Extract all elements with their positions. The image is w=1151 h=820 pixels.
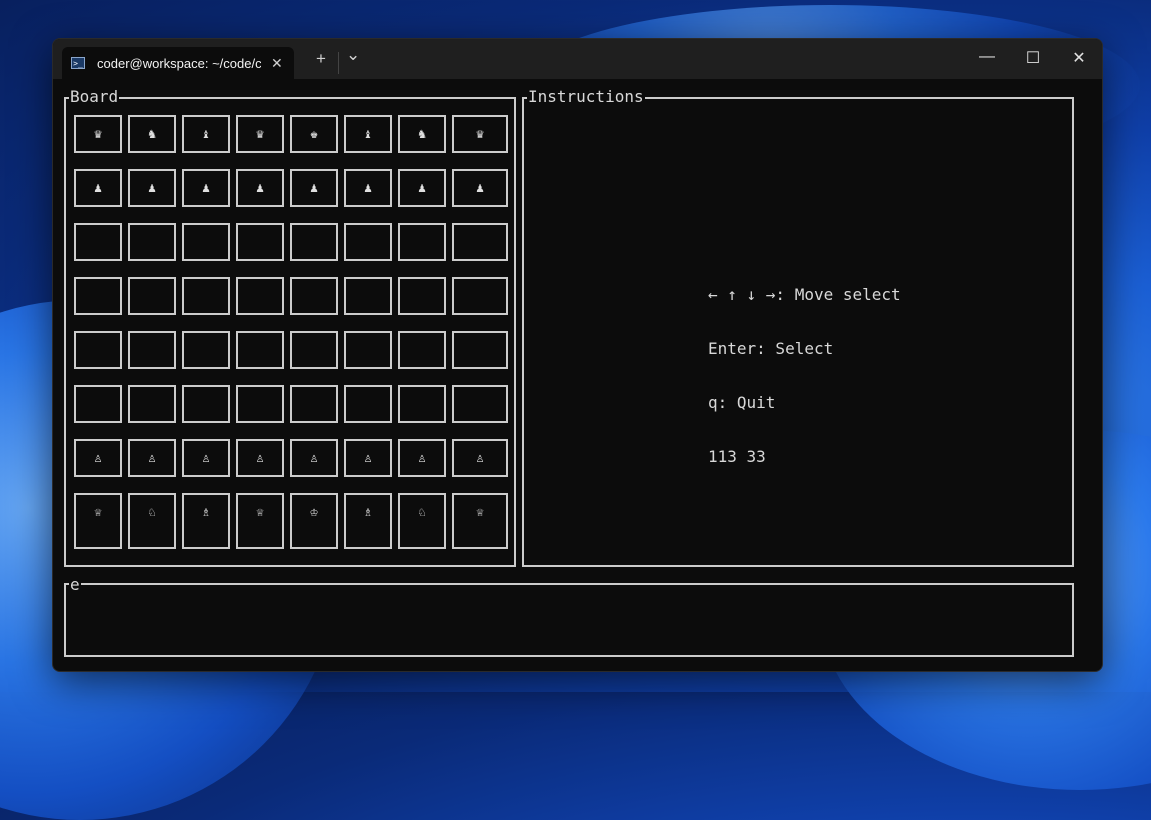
board-square[interactable]: ♙: [290, 439, 338, 477]
board-square[interactable]: [128, 331, 176, 369]
maximize-button[interactable]: ☐: [1018, 48, 1048, 68]
board-square[interactable]: ♔: [290, 493, 338, 549]
board-square[interactable]: [452, 223, 508, 261]
board-square[interactable]: [344, 277, 392, 315]
board-square[interactable]: ♝: [182, 115, 230, 153]
board-square[interactable]: ♙: [182, 439, 230, 477]
instructions-title: Instructions: [527, 87, 645, 106]
board-square[interactable]: [236, 223, 284, 261]
board-square[interactable]: [344, 331, 392, 369]
board-square[interactable]: ♗: [182, 493, 230, 549]
instruction-line-move: ← ↑ ↓ →: Move select: [708, 285, 901, 304]
board-square[interactable]: [74, 277, 122, 315]
board-square[interactable]: [290, 331, 338, 369]
board-square[interactable]: ♞: [128, 115, 176, 153]
board-square[interactable]: [182, 331, 230, 369]
board-square[interactable]: [128, 223, 176, 261]
board-square[interactable]: ♟: [236, 169, 284, 207]
board-square[interactable]: [344, 385, 392, 423]
board-square[interactable]: ♟: [344, 169, 392, 207]
board-square[interactable]: [290, 277, 338, 315]
log-title: e: [69, 575, 81, 594]
terminal-window: >_ coder@workspace: ~/code/ch ✕ + ⌄ — ☐ …: [52, 38, 1103, 672]
board-square[interactable]: ♟: [398, 169, 446, 207]
board-square[interactable]: [398, 385, 446, 423]
close-window-button[interactable]: ✕: [1064, 48, 1094, 68]
board-square[interactable]: [128, 277, 176, 315]
board-square[interactable]: ♟: [452, 169, 508, 207]
board-square[interactable]: ♕: [74, 493, 122, 549]
dropdown-chevron-icon[interactable]: ⌄: [346, 45, 360, 65]
board-square[interactable]: ♙: [74, 439, 122, 477]
board-square[interactable]: [290, 223, 338, 261]
terminal-icon: >_: [71, 57, 85, 69]
terminal-tab[interactable]: >_ coder@workspace: ~/code/ch ✕: [62, 47, 294, 79]
board-square[interactable]: [182, 223, 230, 261]
board-square[interactable]: ♚: [290, 115, 338, 153]
board-square[interactable]: ♙: [452, 439, 508, 477]
board-square[interactable]: [236, 331, 284, 369]
board-square[interactable]: ♘: [128, 493, 176, 549]
board-square[interactable]: ♛: [74, 115, 122, 153]
board-square[interactable]: ♗: [344, 493, 392, 549]
board-square[interactable]: [452, 331, 508, 369]
terminal-size-readout: 113 33: [708, 447, 766, 466]
board-square[interactable]: [290, 385, 338, 423]
board-square[interactable]: ♘: [398, 493, 446, 549]
board-square[interactable]: [74, 223, 122, 261]
board-square[interactable]: ♟: [182, 169, 230, 207]
new-tab-button[interactable]: +: [316, 49, 326, 69]
instruction-line-select: Enter: Select: [708, 339, 834, 358]
instruction-line-quit: q: Quit: [708, 393, 776, 412]
board-square[interactable]: ♟: [290, 169, 338, 207]
board-square[interactable]: ♛: [452, 115, 508, 153]
board-square[interactable]: ♟: [128, 169, 176, 207]
board-square[interactable]: ♙: [344, 439, 392, 477]
close-tab-icon[interactable]: ✕: [271, 55, 283, 72]
board-square[interactable]: ♕: [452, 493, 508, 549]
board-square[interactable]: ♙: [236, 439, 284, 477]
board-square[interactable]: ♕: [236, 493, 284, 549]
board-square[interactable]: ♝: [344, 115, 392, 153]
tab-separator: [338, 52, 339, 74]
title-bar: >_ coder@workspace: ~/code/ch ✕ + ⌄ — ☐ …: [53, 39, 1102, 79]
board-square[interactable]: [236, 277, 284, 315]
board-square[interactable]: [182, 385, 230, 423]
board-square[interactable]: [236, 385, 284, 423]
board-panel: Board ♛ ♞ ♝ ♛ ♚ ♝ ♞ ♛ ♟ ♟ ♟ ♟ ♟ ♟ ♟ ♟ ♙ ♙ ♙ ♙ ♙ ♙ ♙ ♙ ♕ ♘ ♗ ♕ ♔ ♗ ♘ ♕: [64, 88, 516, 567]
board-square[interactable]: ♛: [236, 115, 284, 153]
board-square[interactable]: [398, 223, 446, 261]
board-title: Board: [69, 87, 120, 106]
board-square[interactable]: [182, 277, 230, 315]
board-square[interactable]: [452, 385, 508, 423]
log-panel: e: [64, 576, 1074, 657]
instructions-panel: Instructions ← ↑ ↓ →: Move select Enter:…: [522, 88, 1074, 567]
board-square[interactable]: [344, 223, 392, 261]
board-square[interactable]: [398, 277, 446, 315]
board-square[interactable]: [74, 385, 122, 423]
board-square[interactable]: ♙: [128, 439, 176, 477]
board-square[interactable]: ♞: [398, 115, 446, 153]
board-square[interactable]: [128, 385, 176, 423]
board-square[interactable]: ♟: [74, 169, 122, 207]
instructions-text: ← ↑ ↓ →: Move select Enter: Select q: Qu…: [708, 250, 901, 502]
board-square[interactable]: [452, 277, 508, 315]
board-square[interactable]: [74, 331, 122, 369]
minimize-button[interactable]: —: [972, 48, 1002, 66]
tab-title: coder@workspace: ~/code/ch: [97, 55, 261, 71]
board-square[interactable]: ♙: [398, 439, 446, 477]
board-square[interactable]: [398, 331, 446, 369]
